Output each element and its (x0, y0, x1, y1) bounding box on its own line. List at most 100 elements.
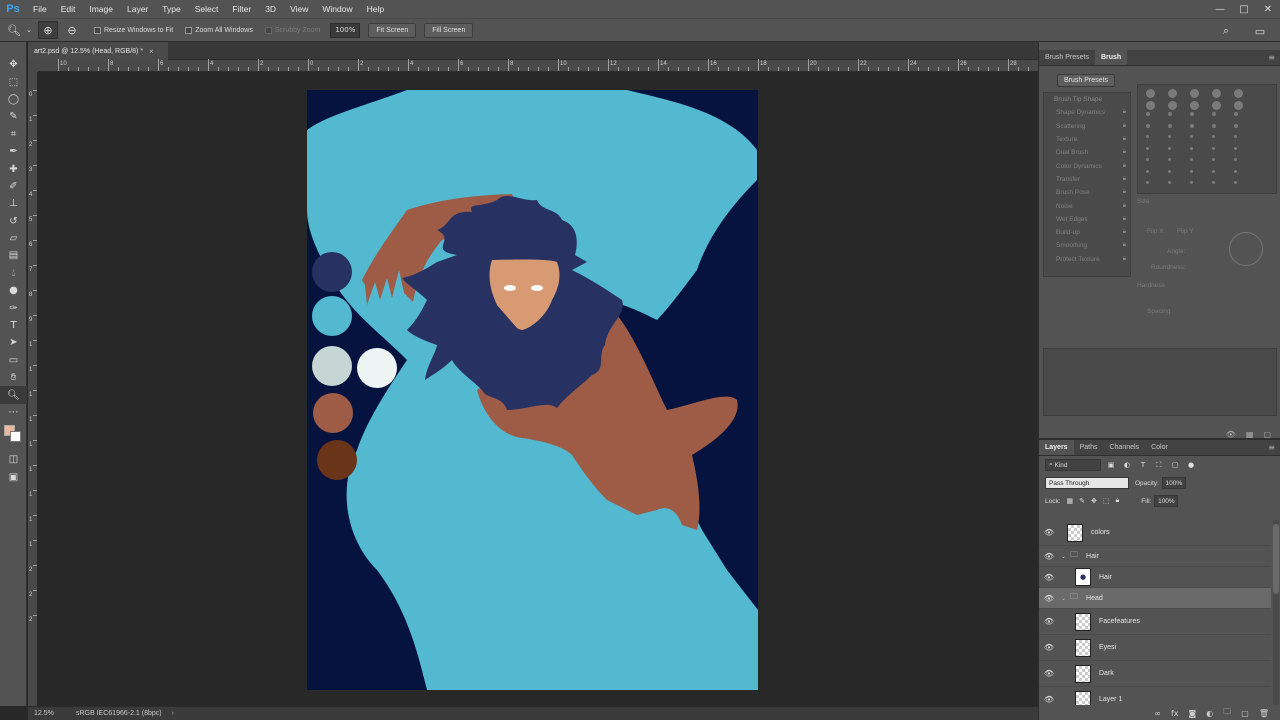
adjustment-filter-icon[interactable]: ◐ (1121, 459, 1133, 471)
visibility-eye-icon[interactable]: 👁︎ (1039, 617, 1059, 626)
link-layers-icon[interactable]: ∞ (1154, 709, 1161, 718)
lock-pixels-icon[interactable]: ✎ (1079, 497, 1085, 505)
brush-tip-thumbnail[interactable] (1190, 112, 1194, 116)
lock-transparent-icon[interactable]: ▦ (1067, 497, 1074, 505)
canvas-area[interactable] (38, 72, 1038, 706)
panel-menu-icon[interactable]: ≡ (1268, 53, 1275, 62)
brush-tip-thumbnail[interactable] (1190, 123, 1194, 128)
new-group-icon[interactable]: 🗀 (1223, 706, 1231, 720)
brush-angle-widget[interactable] (1229, 232, 1263, 266)
visibility-eye-icon[interactable]: 👁︎ (1039, 594, 1059, 603)
search-icon[interactable]: ⌕ (1216, 22, 1236, 40)
layer-group-hair[interactable]: 👁︎ ⌄ 🗀 Hair (1039, 546, 1271, 567)
clone-stamp-tool-icon[interactable]: ⊥ (0, 195, 27, 212)
fill-screen-button[interactable]: Fill Screen (424, 22, 474, 38)
brush-tip-thumbnail[interactable] (1146, 181, 1149, 184)
brush-tip-thumbnail[interactable] (1190, 146, 1193, 150)
lock-all-icon[interactable]: 🔒︎ (1116, 497, 1120, 505)
brush-tip-thumbnail[interactable] (1168, 146, 1171, 150)
brush-tip-thumbnail[interactable] (1168, 89, 1177, 98)
maximize-button[interactable]: □ (1232, 0, 1256, 18)
brush-tool-icon[interactable]: ✐ (0, 178, 27, 195)
quick-select-tool-icon[interactable]: ✎ (0, 108, 27, 125)
brush-tip-thumbnail[interactable] (1190, 135, 1193, 138)
shape-filter-icon[interactable]: ⛶ (1153, 459, 1165, 471)
menu-window[interactable]: Window (315, 4, 359, 14)
brush-option-smoothing[interactable]: Smoothing 🔒︎ (1044, 239, 1130, 252)
close-window-button[interactable]: ✕ (1256, 0, 1280, 18)
menu-layer[interactable]: Layer (120, 4, 155, 14)
eyedropper-tool-icon[interactable]: ✒ (0, 143, 27, 160)
workspace-icon[interactable]: ▭ (1250, 22, 1270, 40)
brush-option-transfer[interactable]: Transfer 🔒︎ (1044, 173, 1130, 186)
menu-type[interactable]: Type (155, 4, 187, 14)
flip-y-checkbox[interactable]: Flip Y (1177, 228, 1194, 235)
edit-toolbar-icon[interactable]: ⋯ (0, 404, 27, 421)
brush-tip-thumbnail[interactable] (1234, 181, 1237, 184)
brush-tip-thumbnail[interactable] (1146, 146, 1149, 150)
brush-tip-thumbnail[interactable] (1212, 181, 1215, 184)
zoom-all-windows-checkbox[interactable]: Zoom All Windows (185, 26, 253, 34)
eraser-tool-icon[interactable]: ▱ (0, 230, 27, 247)
brush-tip-thumbnail[interactable] (1168, 169, 1171, 173)
filter-toggle-icon[interactable]: ● (1185, 459, 1197, 471)
brush-tip-thumbnail[interactable] (1234, 158, 1237, 161)
resize-windows-checkbox[interactable]: Resize Windows to Fit (94, 26, 173, 34)
brush-option-protect-texture[interactable]: Protect Texture 🔒︎ (1044, 253, 1130, 266)
brush-tip-thumbnail[interactable] (1168, 100, 1177, 110)
status-menu-arrow[interactable]: › (172, 710, 174, 717)
gradient-tool-icon[interactable]: ▤ (0, 247, 27, 264)
shape-tool-icon[interactable]: ▭ (0, 352, 27, 369)
visibility-eye-icon[interactable]: 👁︎ (1039, 695, 1059, 704)
brush-tip-thumbnail[interactable] (1212, 146, 1215, 150)
tab-brush[interactable]: Brush (1094, 50, 1128, 65)
image-filter-icon[interactable]: ▣ (1105, 459, 1117, 471)
hand-tool-icon[interactable]: ✋︎ (0, 369, 27, 386)
brush-tip-thumbnail[interactable] (1168, 181, 1171, 184)
menu-file[interactable]: File (26, 4, 54, 14)
brush-option-brush-pose[interactable]: Brush Pose 🔒︎ (1044, 186, 1130, 199)
brush-tip-thumbnail[interactable] (1234, 112, 1238, 116)
layer-row-colors[interactable]: 👁︎ colors (1039, 520, 1271, 546)
tab-layers[interactable]: Layers (1039, 440, 1074, 455)
brush-tip-thumbnail[interactable] (1168, 112, 1172, 116)
visibility-eye-icon[interactable]: 👁︎ (1039, 669, 1059, 678)
brush-tip-thumbnail[interactable] (1212, 158, 1215, 161)
background-color-swatch[interactable] (10, 431, 21, 443)
close-tab-icon[interactable]: × (149, 47, 154, 56)
path-selection-tool-icon[interactable]: ➤ (0, 334, 27, 351)
ruler-origin[interactable] (28, 60, 38, 72)
tab-paths[interactable]: Paths (1074, 440, 1104, 455)
menu-help[interactable]: Help (360, 4, 391, 14)
brush-option-noise[interactable]: Noise 🔒︎ (1044, 199, 1130, 212)
new-layer-icon[interactable]: ▢ (1241, 709, 1249, 718)
menu-view[interactable]: View (283, 4, 315, 14)
screen-mode-icon[interactable]: ▣ (0, 469, 27, 486)
vertical-ruler[interactable]: 0 1 2 3 4 5 6 7 8 9 1 1 1 1 1 1 1 1 1 2 2 2 (28, 72, 38, 706)
dodge-tool-icon[interactable]: ● (0, 282, 27, 299)
brush-tip-thumbnail[interactable] (1146, 100, 1155, 110)
menu-edit[interactable]: Edit (54, 4, 83, 14)
fill-field[interactable]: 100% (1154, 495, 1179, 507)
document-tab[interactable]: art2.psd @ 12.5% (Head, RGB/8) * × (28, 42, 168, 60)
layer-row-facefeatures[interactable]: 👁︎ Facefeatures (1039, 609, 1271, 635)
kind-filter-select[interactable]: ⌕ Kind (1045, 459, 1101, 471)
status-zoom[interactable]: 12.5% (28, 710, 68, 717)
visibility-eye-icon[interactable]: 👁︎ (1039, 528, 1059, 537)
smart-object-filter-icon[interactable]: ▢ (1169, 459, 1181, 471)
artwork-canvas[interactable] (307, 90, 758, 690)
brush-option-scattering[interactable]: Scattering 🔒︎ (1044, 120, 1130, 133)
blur-tool-icon[interactable]: 💧︎ (0, 265, 27, 282)
blend-mode-select[interactable]: Pass Through (1045, 477, 1129, 489)
brush-tip-thumbnail[interactable] (1168, 123, 1172, 128)
flip-x-checkbox[interactable]: Flip X (1147, 228, 1164, 235)
lock-position-icon[interactable]: ✥ (1091, 497, 1097, 505)
visibility-eye-icon[interactable]: 👁︎ (1039, 573, 1059, 582)
brush-tip-grid[interactable] (1137, 84, 1277, 194)
photoshop-logo[interactable]: Ps (0, 3, 26, 15)
lasso-tool-icon[interactable]: ◯ (0, 91, 27, 108)
brush-tip-thumbnail[interactable] (1234, 146, 1237, 150)
artboard-lock-icon[interactable]: ⬚ (1103, 497, 1110, 505)
scrubby-zoom-checkbox[interactable]: Scrubby Zoom (264, 26, 320, 34)
layers-scrollbar[interactable] (1273, 520, 1279, 705)
